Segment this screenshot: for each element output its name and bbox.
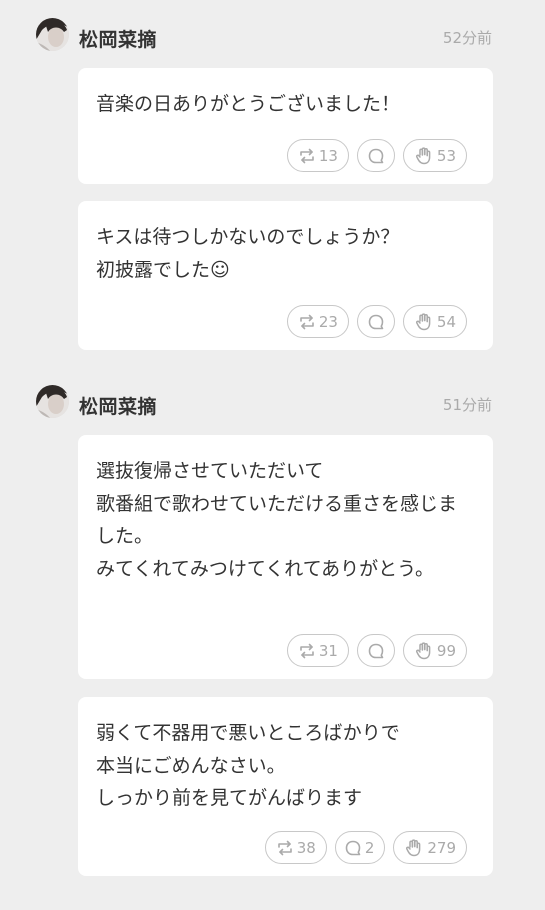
repost-icon — [276, 839, 294, 857]
repost-count: 31 — [318, 641, 338, 660]
post-text: 選抜復帰させていただいて 歌番組で歌わせていただける重さを感じました。 みてくれ… — [96, 460, 458, 580]
repost-button[interactable]: 13 — [286, 139, 349, 172]
repost-button[interactable]: 38 — [264, 831, 327, 864]
clap-count: 54 — [436, 312, 456, 331]
repost-button[interactable]: 31 — [286, 634, 349, 667]
author-name[interactable]: 松岡菜摘 — [79, 25, 157, 52]
timeline-feed: 松岡菜摘 52分前 音楽の日ありがとうございました！ 13 53 キスは待つしか… — [0, 0, 545, 910]
post-timestamp: 51分前 — [442, 396, 492, 414]
clap-button[interactable]: 279 — [393, 831, 467, 864]
clap-icon — [414, 146, 434, 166]
post-card: キスは待つしかないのでしょうか？ 初披露でした☺ 23 54 — [78, 201, 493, 350]
post-card: 音楽の日ありがとうございました！ 13 53 — [78, 68, 493, 184]
clap-button[interactable]: 99 — [402, 634, 467, 667]
post-text: 音楽の日ありがとうございました！ — [96, 93, 401, 115]
post-actions: 13 53 — [286, 139, 467, 172]
repost-icon — [298, 147, 316, 165]
reply-count: 2 — [364, 838, 375, 857]
post-text: 弱くて不器用で悪いところばかりで 本当にごめんなさい。 しっかり前を見てがんばり… — [96, 722, 400, 809]
clap-icon — [414, 641, 434, 661]
repost-count: 23 — [318, 312, 338, 331]
post-timestamp: 52分前 — [442, 29, 492, 47]
repost-count: 13 — [318, 146, 338, 165]
avatar[interactable] — [36, 18, 69, 51]
clap-count: 99 — [436, 641, 456, 660]
avatar[interactable] — [36, 385, 69, 418]
post-actions: 23 54 — [286, 305, 467, 338]
post-actions: 38 2 279 — [264, 831, 467, 864]
clap-count: 279 — [427, 838, 456, 857]
reply-icon — [367, 642, 385, 660]
clap-button[interactable]: 54 — [402, 305, 467, 338]
author-row: 松岡菜摘 52分前 — [0, 18, 545, 58]
post-group: 松岡菜摘 51分前 選抜復帰させていただいて 歌番組で歌わせていただける重さを感… — [0, 385, 545, 885]
repost-icon — [298, 642, 316, 660]
author-name[interactable]: 松岡菜摘 — [79, 392, 157, 419]
reply-button[interactable]: 2 — [334, 831, 386, 864]
reply-button[interactable] — [356, 305, 395, 338]
reply-icon — [367, 147, 385, 165]
clap-button[interactable]: 53 — [402, 139, 467, 172]
repost-count: 38 — [296, 838, 316, 857]
author-row: 松岡菜摘 51分前 — [0, 385, 545, 425]
clap-icon — [414, 312, 434, 332]
reply-icon — [344, 839, 362, 857]
post-card: 弱くて不器用で悪いところばかりで 本当にごめんなさい。 しっかり前を見てがんばり… — [78, 697, 493, 876]
post-actions: 31 99 — [286, 634, 467, 667]
post-text: キスは待つしかないのでしょうか？ 初披露でした☺ — [96, 226, 400, 281]
clap-count: 53 — [436, 146, 456, 165]
reply-button[interactable] — [356, 139, 395, 172]
clap-icon — [404, 838, 424, 858]
repost-button[interactable]: 23 — [286, 305, 349, 338]
reply-button[interactable] — [356, 634, 395, 667]
post-card: 選抜復帰させていただいて 歌番組で歌わせていただける重さを感じました。 みてくれ… — [78, 435, 493, 679]
post-group: 松岡菜摘 52分前 音楽の日ありがとうございました！ 13 53 キスは待つしか… — [0, 18, 545, 358]
repost-icon — [298, 313, 316, 331]
reply-icon — [367, 313, 385, 331]
